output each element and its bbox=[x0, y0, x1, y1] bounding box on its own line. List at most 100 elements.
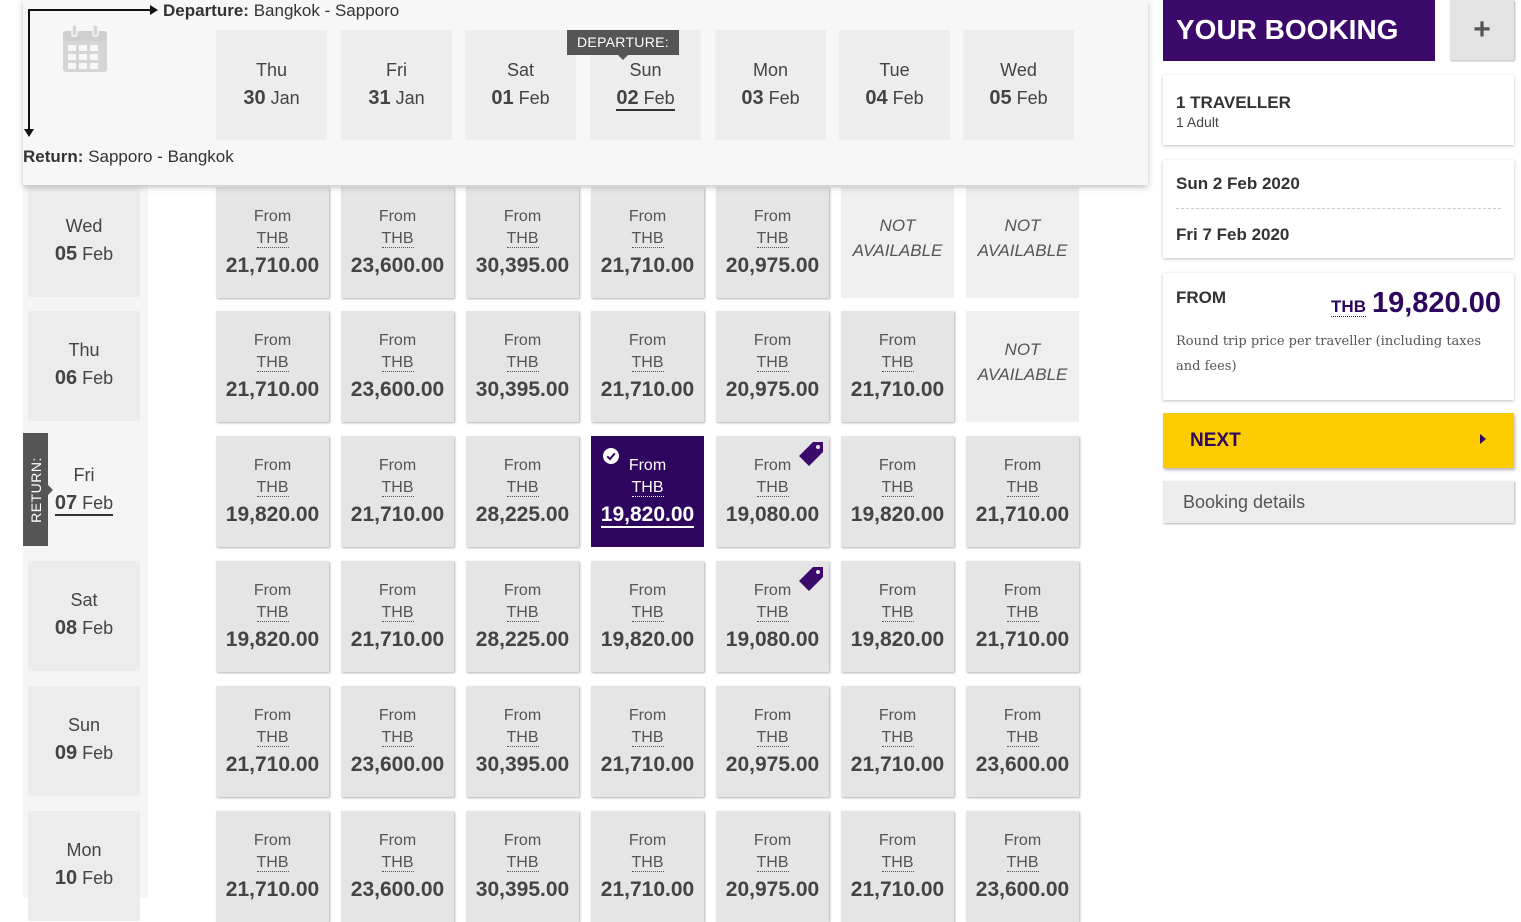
from-label: From bbox=[253, 457, 292, 474]
fare-cell[interactable]: From THB 23,600.00 bbox=[966, 686, 1079, 797]
departure-date-30-jan[interactable]: Thu 30 Jan bbox=[216, 30, 327, 140]
return-date-08-feb[interactable]: Sat 08 Feb bbox=[28, 561, 140, 671]
fare-cell[interactable]: From THB 20,975.00 bbox=[716, 686, 829, 797]
currency-label: THB bbox=[631, 479, 664, 497]
fare-cell[interactable]: From THB 30,395.00 bbox=[466, 811, 579, 922]
booking-title: YOUR BOOKING bbox=[1163, 0, 1435, 61]
currency-label: THB bbox=[381, 479, 414, 497]
fare-cell[interactable]: From THB 21,710.00 bbox=[966, 561, 1079, 672]
fare-cell[interactable]: From THB 30,395.00 bbox=[466, 187, 579, 298]
currency-label: THB bbox=[256, 729, 289, 747]
fare-amount: 21,710.00 bbox=[225, 378, 320, 401]
fare-amount: 19,820.00 bbox=[850, 628, 945, 651]
not-available-label: NOT AVAILABLE bbox=[977, 340, 1068, 384]
from-label: From bbox=[503, 208, 542, 225]
from-label: From bbox=[503, 707, 542, 724]
departure-arrow bbox=[28, 9, 153, 11]
departure-date-04-feb[interactable]: Tue 04 Feb bbox=[839, 30, 950, 140]
fare-cell[interactable]: From THB 23,600.00 bbox=[341, 311, 454, 422]
fare-cell[interactable]: From THB 20,975.00 bbox=[716, 311, 829, 422]
fare-amount: 19,080.00 bbox=[725, 503, 820, 526]
day-of-week: Thu bbox=[255, 60, 288, 80]
fare-cell[interactable]: From THB 23,600.00 bbox=[341, 811, 454, 922]
fare-cell[interactable]: From THB 19,820.00 bbox=[841, 561, 954, 672]
day-of-week: Mon bbox=[752, 60, 788, 80]
fare-cell[interactable]: From THB 21,710.00 bbox=[841, 686, 954, 797]
return-date-10-feb[interactable]: Mon 10 Feb bbox=[28, 811, 140, 921]
from-label: From bbox=[503, 582, 542, 599]
return-date-09-feb[interactable]: Sun 09 Feb bbox=[28, 686, 140, 796]
fare-cell[interactable]: From THB 23,600.00 bbox=[341, 187, 454, 298]
fare-cell[interactable]: From THB 21,710.00 bbox=[341, 436, 454, 547]
fare-cell[interactable]: From THB 30,395.00 bbox=[466, 686, 579, 797]
divider bbox=[1176, 208, 1501, 209]
fare-cell[interactable]: From THB 21,710.00 bbox=[216, 811, 329, 922]
fare-cell[interactable]: From THB 21,710.00 bbox=[841, 311, 954, 422]
from-label: From bbox=[253, 332, 292, 349]
fare-amount: 21,710.00 bbox=[600, 753, 695, 776]
fare-amount: 19,820.00 bbox=[225, 628, 320, 651]
fare-cell[interactable]: From THB 28,225.00 bbox=[466, 436, 579, 547]
from-label: From bbox=[878, 332, 917, 349]
price-tag-icon bbox=[799, 442, 823, 466]
fare-amount: 20,975.00 bbox=[725, 753, 820, 776]
return-date-06-feb[interactable]: Thu 06 Feb bbox=[28, 311, 140, 421]
fare-amount: 21,710.00 bbox=[600, 254, 695, 277]
fare-cell[interactable]: From THB 21,710.00 bbox=[591, 811, 704, 922]
fare-cell[interactable]: From THB 21,710.00 bbox=[591, 686, 704, 797]
next-button[interactable]: NEXT bbox=[1163, 413, 1514, 468]
currency-label: THB bbox=[506, 354, 539, 372]
fare-cell[interactable]: From THB 23,600.00 bbox=[341, 686, 454, 797]
expand-button[interactable]: + bbox=[1450, 0, 1514, 60]
return-date: Fri 7 Feb 2020 bbox=[1176, 225, 1290, 244]
departure-date-31-jan[interactable]: Fri 31 Jan bbox=[341, 30, 452, 140]
currency-label: THB bbox=[881, 854, 914, 872]
fare-amount: 21,710.00 bbox=[350, 503, 445, 526]
currency-label: THB bbox=[1006, 604, 1039, 622]
fare-amount: 28,225.00 bbox=[475, 628, 570, 651]
fare-cell[interactable]: From THB 19,820.00 bbox=[216, 561, 329, 672]
fare-cell[interactable]: From THB 21,710.00 bbox=[216, 311, 329, 422]
calendar-icon bbox=[63, 24, 107, 72]
fare-cell[interactable]: From THB 21,710.00 bbox=[216, 187, 329, 298]
departure-date-05-feb[interactable]: Wed 05 Feb bbox=[963, 30, 1074, 140]
currency-label: THB bbox=[631, 604, 664, 622]
currency-label: THB bbox=[756, 354, 789, 372]
fare-cell[interactable]: From THB 20,975.00 bbox=[716, 187, 829, 298]
fare-cell[interactable]: From THB 19,820.00 bbox=[216, 436, 329, 547]
fare-cell[interactable]: From THB 28,225.00 bbox=[466, 561, 579, 672]
price-note: Round trip price per traveller (includin… bbox=[1176, 334, 1481, 374]
departure-date-03-feb[interactable]: Mon 03 Feb bbox=[715, 30, 826, 140]
fare-cell[interactable]: From THB 23,600.00 bbox=[966, 811, 1079, 922]
fare-cell[interactable]: From THB 21,710.00 bbox=[841, 811, 954, 922]
fare-cell[interactable]: From THB 19,080.00 bbox=[716, 436, 829, 547]
date-label: 08 Feb bbox=[54, 617, 114, 639]
fare-cell[interactable]: From THB 19,820.00 bbox=[591, 436, 704, 547]
fare-cell[interactable]: From THB 19,820.00 bbox=[841, 436, 954, 547]
fare-cell[interactable]: From THB 19,820.00 bbox=[591, 561, 704, 672]
fare-cell[interactable]: From THB 21,710.00 bbox=[591, 311, 704, 422]
from-label: From bbox=[378, 582, 417, 599]
fare-cell[interactable]: From THB 19,080.00 bbox=[716, 561, 829, 672]
fare-cell[interactable]: From THB 20,975.00 bbox=[716, 811, 829, 922]
return-arrow-head bbox=[24, 129, 34, 137]
date-label: 05 Feb bbox=[54, 243, 114, 265]
fare-cell[interactable]: From THB 21,710.00 bbox=[966, 436, 1079, 547]
fare-cell[interactable]: From THB 21,710.00 bbox=[341, 561, 454, 672]
fare-amount: 19,820.00 bbox=[225, 503, 320, 526]
currency-label: THB bbox=[756, 604, 789, 622]
currency-label: THB bbox=[506, 729, 539, 747]
fare-cell[interactable]: From THB 30,395.00 bbox=[466, 311, 579, 422]
departure-date-01-feb[interactable]: Sat 01 Feb bbox=[465, 30, 576, 140]
currency-label: THB bbox=[256, 854, 289, 872]
fare-amount: 21,710.00 bbox=[225, 878, 320, 901]
currency-label: THB bbox=[881, 604, 914, 622]
currency-label: THB bbox=[256, 479, 289, 497]
day-of-week: Wed bbox=[65, 216, 103, 236]
booking-details-button[interactable]: Booking details bbox=[1163, 481, 1514, 523]
fare-cell[interactable]: From THB 21,710.00 bbox=[591, 187, 704, 298]
dates-panel: Sun 2 Feb 2020 Fri 7 Feb 2020 bbox=[1163, 160, 1514, 258]
fare-cell[interactable]: From THB 21,710.00 bbox=[216, 686, 329, 797]
from-label: From bbox=[253, 707, 292, 724]
return-date-05-feb[interactable]: Wed 05 Feb bbox=[28, 187, 140, 297]
